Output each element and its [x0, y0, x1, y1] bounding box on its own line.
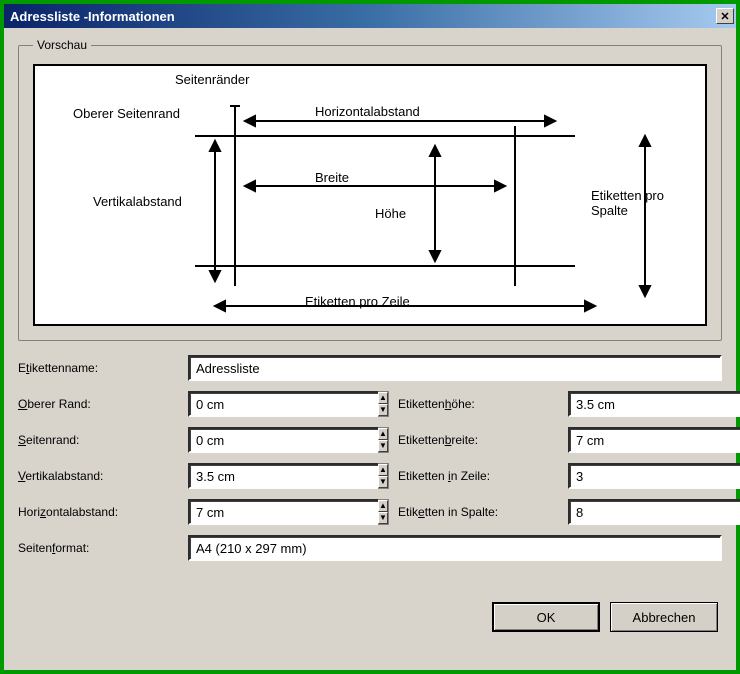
- titlebar: Adressliste -Informationen ✕: [4, 4, 736, 28]
- diagram-label-horizontalabstand: Horizontalabstand: [315, 104, 420, 119]
- etikettenbreite-label: Etikettenbreite:: [398, 433, 568, 447]
- cancel-button[interactable]: Abbrechen: [610, 602, 718, 632]
- vertikalabstand-label: Vertikalabstand:: [18, 469, 188, 483]
- seitenformat-field[interactable]: [188, 535, 722, 561]
- etikettenbreite-field[interactable]: [568, 427, 740, 453]
- spin-up-icon[interactable]: ▲: [378, 464, 388, 476]
- spin-down-icon[interactable]: ▼: [378, 476, 388, 488]
- etiketten-in-spalte-label: Etiketten in Spalte:: [398, 505, 568, 519]
- diagram-label-oberer-seitenrand: Oberer Seitenrand: [73, 106, 180, 121]
- diagram-label-etiketten-pro-spalte: Etiketten pro Spalte: [591, 188, 664, 218]
- oberer-rand-field[interactable]: [188, 391, 378, 417]
- ok-button[interactable]: OK: [492, 602, 600, 632]
- spin-up-icon[interactable]: ▲: [378, 392, 388, 404]
- vertikalabstand-field[interactable]: [188, 463, 378, 489]
- spin-down-icon[interactable]: ▼: [378, 440, 388, 452]
- oberer-rand-label: Oberer Rand:: [18, 397, 188, 411]
- preview-groupbox: Vorschau: [18, 38, 722, 341]
- etikettenname-label: Etikettenname:: [18, 361, 188, 375]
- dialog-body: Vorschau: [4, 28, 736, 670]
- spin-up-icon[interactable]: ▲: [378, 428, 388, 440]
- diagram-label-vertikalabstand: Vertikalabstand: [93, 194, 182, 209]
- preview-legend: Vorschau: [33, 38, 91, 52]
- close-icon[interactable]: ✕: [716, 8, 734, 24]
- spin-down-icon[interactable]: ▼: [378, 404, 388, 416]
- etiketten-in-zeile-label: Etiketten in Zeile:: [398, 469, 568, 483]
- etikettenhoehe-label: Etikettenhöhe:: [398, 397, 568, 411]
- spin-down-icon[interactable]: ▼: [378, 512, 388, 524]
- seitenrand-label: Seitenrand:: [18, 433, 188, 447]
- etikettenhoehe-field[interactable]: [568, 391, 740, 417]
- diagram-label-breite: Breite: [315, 170, 349, 185]
- etiketten-in-zeile-field[interactable]: [568, 463, 740, 489]
- seitenformat-label: Seitenformat:: [18, 541, 188, 555]
- horizontalabstand-label: Horizontalabstand:: [18, 505, 188, 519]
- diagram-label-seitenraender: Seitenränder: [175, 72, 249, 87]
- window-title: Adressliste -Informationen: [10, 9, 716, 24]
- horizontalabstand-field[interactable]: [188, 499, 378, 525]
- diagram-label-hoehe: Höhe: [375, 206, 406, 221]
- etiketten-in-spalte-field[interactable]: [568, 499, 740, 525]
- diagram-label-etiketten-pro-zeile: Etiketten pro Zeile: [305, 294, 410, 309]
- spin-up-icon[interactable]: ▲: [378, 500, 388, 512]
- etikettenname-field[interactable]: [188, 355, 722, 381]
- seitenrand-field[interactable]: [188, 427, 378, 453]
- preview-diagram: Seitenränder Oberer Seitenrand Horizonta…: [33, 64, 707, 326]
